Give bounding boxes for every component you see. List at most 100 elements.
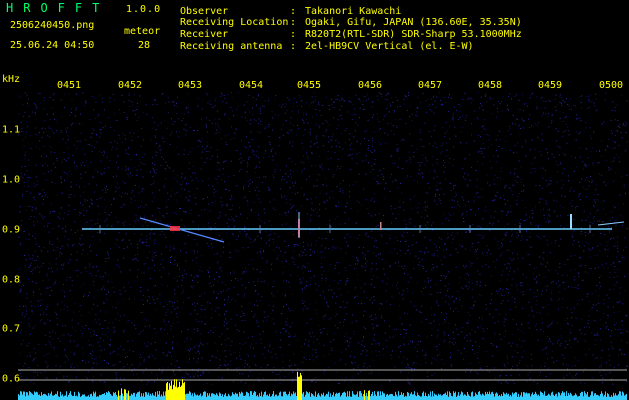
- noise-pixel: [303, 357, 305, 359]
- noise-pixel: [468, 97, 470, 99]
- noise-pixel: [548, 220, 550, 222]
- noise-pixel: [26, 103, 28, 105]
- noise-pixel: [108, 167, 110, 169]
- noise-pixel: [337, 99, 339, 100]
- noise-pixel: [220, 197, 222, 199]
- noise-pixel: [350, 148, 352, 150]
- noise-pixel: [91, 133, 93, 134]
- noise-pixel: [196, 313, 198, 315]
- noise-pixel: [371, 302, 373, 304]
- noise-pixel: [550, 243, 552, 245]
- noise-pixel: [426, 111, 428, 113]
- noise-pixel: [36, 208, 38, 209]
- noise-pixel: [563, 112, 565, 114]
- noise-pixel: [424, 354, 426, 356]
- noise-pixel: [463, 358, 465, 360]
- noise-pixel: [398, 261, 400, 263]
- noise-pixel: [193, 302, 195, 304]
- noise-pixel: [472, 296, 474, 298]
- noise-pixel: [186, 373, 188, 375]
- noise-pixel: [104, 152, 106, 154]
- noise-pixel: [245, 342, 247, 344]
- noise-pixel: [183, 302, 184, 303]
- noise-pixel: [174, 374, 176, 376]
- noise-pixel: [180, 219, 182, 221]
- noise-pixel: [547, 126, 549, 128]
- noise-pixel: [231, 233, 233, 234]
- noise-pixel: [328, 168, 330, 170]
- noise-pixel: [64, 180, 65, 181]
- noise-pixel: [197, 329, 199, 331]
- noise-pixel: [70, 364, 72, 366]
- noise-pixel: [567, 214, 569, 216]
- noise-pixel: [508, 341, 510, 343]
- noise-pixel: [504, 366, 506, 368]
- noise-pixel: [521, 340, 523, 342]
- noise-pixel: [55, 263, 57, 265]
- noise-pixel: [45, 194, 47, 195]
- noise-pixel: [516, 344, 518, 346]
- noise-pixel: [450, 354, 452, 356]
- noise-pixel: [45, 155, 47, 157]
- noise-pixel: [576, 166, 578, 168]
- noise-pixel: [214, 253, 216, 255]
- noise-pixel: [213, 192, 215, 194]
- noise-pixel: [521, 117, 523, 119]
- noise-pixel: [206, 242, 208, 244]
- noise-pixel: [105, 258, 107, 260]
- noise-pixel: [421, 251, 423, 253]
- noise-pixel: [244, 362, 246, 364]
- noise-pixel: [589, 100, 591, 102]
- noise-pixel: [514, 96, 516, 97]
- noise-pixel: [622, 332, 624, 334]
- noise-pixel: [83, 359, 85, 361]
- noise-pixel: [357, 365, 359, 367]
- noise-pixel: [339, 182, 341, 184]
- noise-pixel: [395, 218, 397, 219]
- noise-pixel: [78, 243, 80, 244]
- noise-pixel: [396, 100, 398, 102]
- noise-pixel: [315, 244, 317, 246]
- noise-pixel: [508, 274, 509, 276]
- noise-pixel: [339, 146, 341, 148]
- noise-pixel: [374, 340, 376, 342]
- noise-pixel: [390, 205, 392, 207]
- noise-pixel: [137, 247, 139, 249]
- noise-pixel: [511, 229, 513, 231]
- noise-pixel: [608, 297, 610, 299]
- noise-pixel: [235, 300, 236, 302]
- noise-pixel: [71, 186, 72, 188]
- noise-pixel: [72, 327, 74, 329]
- noise-pixel: [339, 322, 341, 324]
- noise-pixel: [514, 224, 516, 226]
- noise-pixel: [312, 348, 314, 350]
- noise-pixel: [335, 139, 337, 141]
- noise-pixel: [507, 199, 508, 201]
- noise-pixel: [338, 125, 340, 127]
- noise-pixel: [19, 211, 21, 213]
- noise-pixel: [569, 203, 571, 204]
- noise-pixel: [257, 280, 259, 282]
- noise-pixel: [292, 145, 293, 147]
- noise-pixel: [424, 164, 426, 166]
- noise-pixel: [145, 368, 147, 370]
- noise-pixel: [225, 318, 227, 320]
- noise-pixel: [577, 118, 579, 120]
- noise-pixel: [281, 194, 282, 196]
- noise-pixel: [34, 306, 36, 308]
- noise-pixel: [530, 377, 532, 379]
- noise-pixel: [481, 317, 482, 319]
- noise-pixel: [601, 123, 603, 125]
- noise-pixel: [186, 251, 188, 253]
- noise-pixel: [497, 184, 499, 186]
- noise-pixel: [134, 368, 135, 369]
- noise-pixel: [525, 139, 527, 141]
- noise-pixel: [537, 339, 539, 341]
- noise-pixel: [478, 196, 480, 198]
- noise-pixel: [421, 172, 423, 174]
- noise-pixel: [90, 328, 92, 330]
- noise-pixel: [372, 145, 373, 147]
- noise-pixel: [205, 92, 207, 94]
- noise-pixel: [188, 199, 190, 201]
- noise-pixel: [290, 274, 292, 276]
